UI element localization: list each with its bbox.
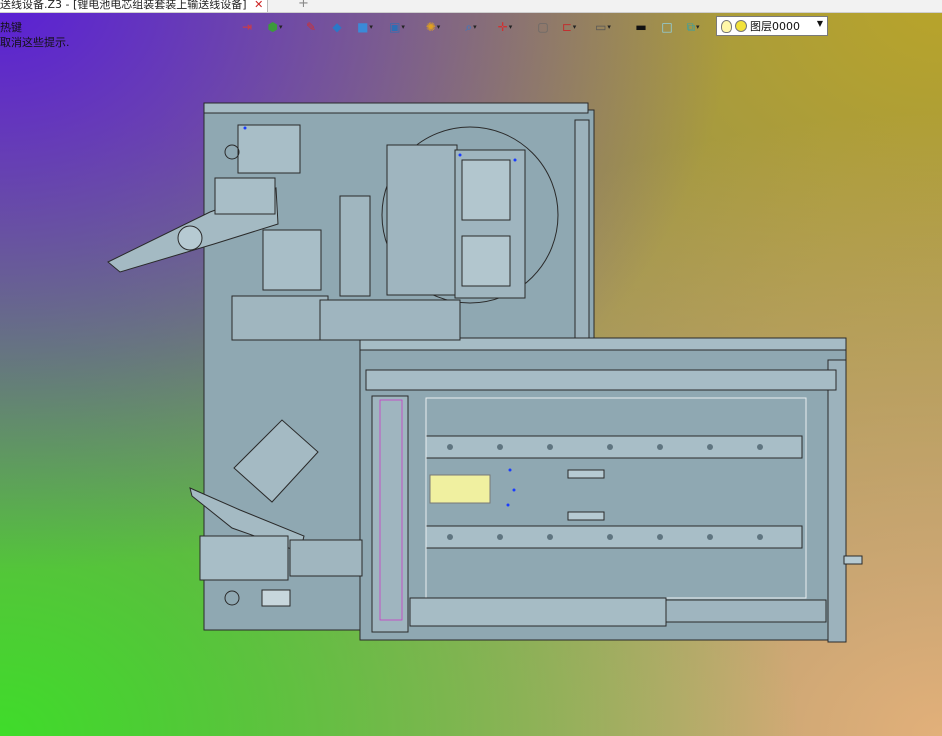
dimension-button[interactable]: ⊏ ▾ bbox=[556, 18, 582, 36]
cell-holder-upper bbox=[461, 159, 511, 221]
right-upper-post bbox=[574, 119, 590, 343]
cube-button[interactable]: ■ ▾ bbox=[352, 18, 378, 36]
gripper-block bbox=[237, 124, 301, 174]
zoom-button[interactable]: ⌕ ▾ bbox=[458, 18, 484, 36]
bottom-rail-extension bbox=[665, 599, 827, 623]
view-cube-icon: ▣ bbox=[389, 20, 401, 34]
highlight-pad bbox=[429, 474, 491, 504]
display-button[interactable]: ▭ ▾ bbox=[590, 18, 616, 36]
top-beam bbox=[203, 102, 589, 114]
conveyor-belt-upper bbox=[425, 435, 803, 459]
display-icon: ▭ bbox=[595, 20, 607, 34]
chevron-down-icon[interactable]: ▾ bbox=[509, 23, 513, 31]
bottom-rail bbox=[409, 597, 667, 627]
transfer-carriage bbox=[231, 295, 329, 341]
exit-icon: ⇥ bbox=[241, 20, 253, 34]
frame-icon: ▢ bbox=[537, 20, 549, 34]
render-mode-icon: ✺ bbox=[425, 20, 436, 34]
layer-stack-button[interactable]: ⧉ ▾ bbox=[680, 18, 706, 36]
exit-button[interactable]: ⇥ bbox=[234, 18, 260, 36]
chevron-down-icon[interactable]: ▼ bbox=[817, 19, 823, 28]
chevron-down-icon[interactable]: ▾ bbox=[696, 23, 700, 31]
line-style-icon: ▬ bbox=[635, 20, 647, 34]
layer-select-value: 图层0000 bbox=[750, 20, 800, 33]
conveyor-right-post bbox=[827, 359, 847, 643]
chevron-down-icon[interactable]: ▾ bbox=[279, 23, 283, 31]
view-cube-button[interactable]: ▣ ▾ bbox=[384, 18, 410, 36]
chevron-down-icon[interactable]: ▾ bbox=[473, 23, 477, 31]
color-swatch-button[interactable]: □ bbox=[654, 18, 680, 36]
turntable-module-left bbox=[386, 144, 458, 296]
chevron-down-icon[interactable]: ▾ bbox=[369, 23, 373, 31]
chevron-down-icon[interactable]: ▾ bbox=[401, 23, 405, 31]
cube-icon: ■ bbox=[357, 20, 369, 34]
cylinder-lower bbox=[567, 511, 605, 521]
vertical-transfer-column bbox=[371, 395, 409, 633]
render-mode-button[interactable]: ✺ ▾ bbox=[420, 18, 446, 36]
layer-stack-icon: ⧉ bbox=[686, 19, 696, 34]
axis-icon: ✛ bbox=[497, 20, 508, 34]
color-swatch-icon: □ bbox=[661, 20, 673, 34]
cad-viewport[interactable] bbox=[0, 0, 942, 736]
arm-joint bbox=[177, 225, 203, 251]
frame-button[interactable]: ▢ bbox=[530, 18, 556, 36]
arm-base bbox=[214, 177, 276, 215]
solid-box-icon: ◆ bbox=[332, 20, 342, 34]
cylinder-upper bbox=[567, 469, 605, 479]
press-unit bbox=[262, 229, 322, 291]
component-icon: ⬢ bbox=[267, 20, 278, 34]
lower-arm-base bbox=[199, 535, 289, 581]
feeder-block bbox=[289, 539, 363, 577]
label-plate bbox=[261, 589, 291, 607]
zoom-icon: ⌕ bbox=[465, 19, 473, 34]
conveyor-belt-lower bbox=[425, 525, 803, 549]
vertical-slide bbox=[339, 195, 371, 297]
pencil-button[interactable]: ✎ bbox=[298, 18, 324, 36]
layer-color-icon bbox=[735, 20, 747, 32]
linear-axis-top bbox=[319, 299, 461, 341]
solid-box-button[interactable]: ◆ bbox=[324, 18, 350, 36]
chevron-down-icon[interactable]: ▾ bbox=[437, 23, 441, 31]
chevron-down-icon[interactable]: ▾ bbox=[607, 23, 611, 31]
lightbulb-icon[interactable] bbox=[721, 19, 732, 33]
chevron-down-icon[interactable]: ▾ bbox=[573, 23, 577, 31]
side-connector bbox=[843, 555, 863, 565]
dimension-icon: ⊏ bbox=[561, 20, 572, 34]
machine-assembly bbox=[107, 102, 863, 643]
pencil-icon: ✎ bbox=[305, 20, 317, 34]
axis-button[interactable]: ✛ ▾ bbox=[492, 18, 518, 36]
line-style-button[interactable]: ▬ bbox=[628, 18, 654, 36]
layer-select[interactable]: 图层0000 ▼ bbox=[716, 16, 828, 36]
rail-upper bbox=[365, 369, 837, 391]
component-button[interactable]: ⬢ ▾ bbox=[262, 18, 288, 36]
cell-holder-lower bbox=[461, 235, 511, 287]
